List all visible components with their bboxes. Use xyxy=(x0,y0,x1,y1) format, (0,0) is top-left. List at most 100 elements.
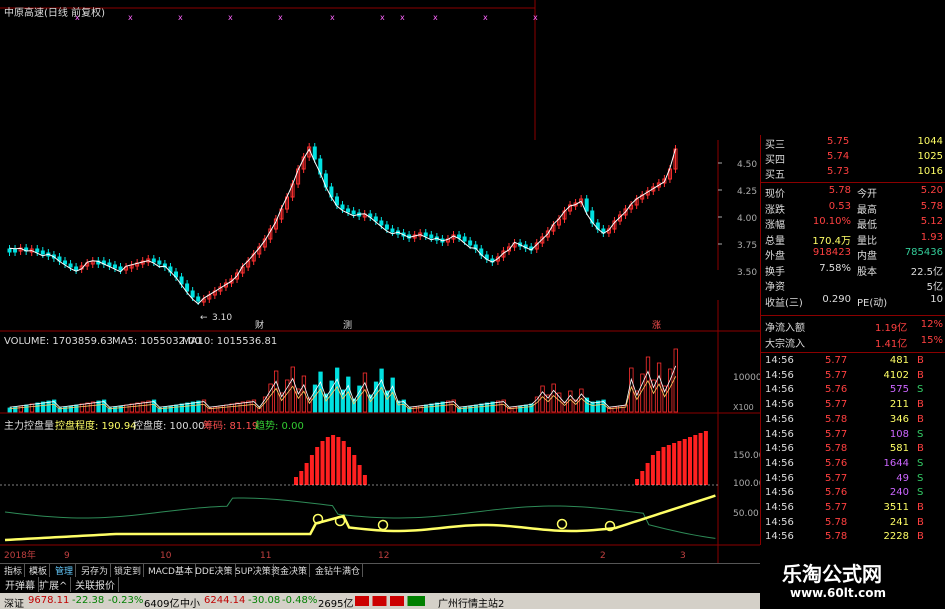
volume-bar xyxy=(634,390,640,413)
watermark-title: 乐淘公式网 xyxy=(782,562,882,586)
top-mark: x xyxy=(128,13,133,22)
volume-legend-vol: VOLUME: 1703859.63 xyxy=(4,336,113,347)
trade-side: B xyxy=(917,502,924,513)
top-mark: x xyxy=(483,13,488,22)
stat-value-2: 785436 xyxy=(904,247,943,258)
top-mark: x xyxy=(533,13,538,22)
order-level: 买四 xyxy=(765,155,785,166)
flow-value: 1.41亿 xyxy=(875,339,908,350)
candle-body xyxy=(190,290,195,298)
indicator-tab[interactable]: 资金决策 xyxy=(269,564,311,577)
indicator-bar xyxy=(315,447,320,485)
bottom-tab[interactable]: 扩展^ xyxy=(36,577,72,592)
svg-text:←: ← xyxy=(200,313,208,323)
flow-label: 大宗流入 xyxy=(765,339,805,350)
volume-bar xyxy=(473,404,479,413)
volume-bar xyxy=(668,368,673,413)
indicator-bar xyxy=(672,443,677,485)
trade-price: 5.78 xyxy=(825,516,848,528)
volume-bar xyxy=(129,403,135,413)
indicator-tab[interactable]: 锁定到 xyxy=(112,564,145,577)
order-book-row[interactable]: 买三 5.75 1044 xyxy=(765,136,943,151)
trade-side: B xyxy=(917,369,924,381)
indicator-tab[interactable]: 模板 xyxy=(27,564,51,577)
bottom-tab[interactable]: 关联报价 xyxy=(72,577,119,592)
candle-marker: 测 xyxy=(343,320,352,331)
volume-bar xyxy=(118,405,123,413)
indicator-tab[interactable]: 金钻牛满仓 xyxy=(313,564,364,577)
indicator-tab[interactable]: 管理 xyxy=(53,564,77,577)
order-level: 买五 xyxy=(765,170,785,181)
candle-body xyxy=(462,236,467,242)
sh-amount: 6409亿 xyxy=(144,599,180,609)
main-chart-canvas[interactable]: xxxxxxxxxxx 4.504.254.003.753.50 10000X1… xyxy=(0,0,760,563)
quote-stat-row: 现价 5.78 今开 5.20 xyxy=(765,185,943,200)
indicator-bar xyxy=(640,471,645,485)
indicator-bar xyxy=(352,455,357,485)
order-price: 5.73 xyxy=(827,166,850,177)
sz-value: 6244.14 xyxy=(204,595,246,606)
volume-bar xyxy=(579,388,584,413)
volume-bar xyxy=(35,402,40,413)
indicator-bar xyxy=(299,471,304,485)
volume-bar xyxy=(135,402,140,413)
volume-bar xyxy=(529,403,534,413)
indicator-tab[interactable]: SUP决策 xyxy=(233,564,274,577)
sz-amount: 2695亿 xyxy=(318,599,354,609)
bottom-tab[interactable]: 开弹幕 xyxy=(2,577,39,592)
volume-bar xyxy=(423,404,429,413)
signal-marker xyxy=(556,518,568,530)
trade-time: 14:56 xyxy=(765,457,794,469)
trade-time: 14:56 xyxy=(765,443,794,455)
order-book-row[interactable]: 买五 5.73 1016 xyxy=(765,166,943,181)
trade-volume: 581 xyxy=(889,443,909,455)
bottom-tabs: 开弹幕 扩展^ 关联报价 xyxy=(0,577,760,592)
indicator-tab[interactable]: 另存为 xyxy=(79,564,112,577)
quote-stat-row: 涨跌 0.53 最高 5.78 xyxy=(765,201,943,216)
indicator-tabs: 指标 模板 管理 另存为 锁定到 MACD基本 DDE决策 SUP决策 资金决策 金钻牛满仓 xyxy=(0,563,760,577)
indicator-bar xyxy=(362,475,367,485)
order-book-row[interactable]: 买四 5.74 1025 xyxy=(765,151,943,166)
stat-label-2: 量比 xyxy=(857,235,877,247)
indicator-tab[interactable]: DDE决策 xyxy=(193,564,236,577)
stat-label-2: 最高 xyxy=(857,204,877,216)
indicator-ctrl: 控盘度: 100.00 xyxy=(133,421,205,432)
stat-value-2: 5.20 xyxy=(920,185,943,196)
stat-label-2: 今开 xyxy=(857,189,877,200)
indicator-tab[interactable]: 指标 xyxy=(2,564,26,577)
quote-panel: 买三 5.75 1044 买四 5.74 1025 买五 5.73 1016 现价 5.78 今开 5… xyxy=(760,135,945,545)
volume-bar xyxy=(418,405,423,413)
server-name[interactable]: 广州行情主站2 xyxy=(438,595,504,609)
candle-body xyxy=(151,258,156,263)
trade-volume: 1644 xyxy=(883,457,909,469)
trade-time: 14:56 xyxy=(765,355,794,366)
trade-time: 14:56 xyxy=(765,413,794,425)
trade-volume: 241 xyxy=(889,516,909,528)
volume-bar xyxy=(168,405,173,413)
volume-bar xyxy=(85,402,90,413)
trade-side: S xyxy=(917,384,924,396)
stat-value-2: 22.5亿 xyxy=(910,266,943,278)
fund-flow-row: 大宗流入 1.41亿 15% xyxy=(765,335,943,350)
sh-change: -22.38 xyxy=(72,595,105,606)
stat-label-1: 换手 xyxy=(765,266,785,278)
date-tick-label: 12 xyxy=(378,551,389,561)
indicator-tab[interactable]: MACD基本 xyxy=(146,564,196,577)
trade-side: S xyxy=(917,472,924,484)
trade-volume: 4102 xyxy=(883,369,909,381)
trade-tick-row: 14:56 5.78 346 B xyxy=(765,414,943,429)
stat-value-1: 170.4万 xyxy=(812,235,851,247)
volume-bar xyxy=(640,373,645,413)
volume-legend-ma10: MA10: 1015536.81 xyxy=(182,336,278,347)
date-tick-label: 2 xyxy=(600,551,606,561)
chart-title: 中原高速(日线 前复权) xyxy=(4,8,105,19)
stat-label-1: 外盘 xyxy=(765,251,785,262)
volume-bar xyxy=(74,404,79,413)
indicator-bar xyxy=(693,435,698,485)
indicator-bar xyxy=(294,477,298,485)
indicator-bar xyxy=(688,437,692,485)
low-marker: 3.10 xyxy=(212,313,232,323)
flow-value: 1.19亿 xyxy=(875,323,908,334)
indicator-degree: 控盘程度: 190.94 xyxy=(55,421,137,432)
sz-pct: -0.48% xyxy=(282,595,318,606)
